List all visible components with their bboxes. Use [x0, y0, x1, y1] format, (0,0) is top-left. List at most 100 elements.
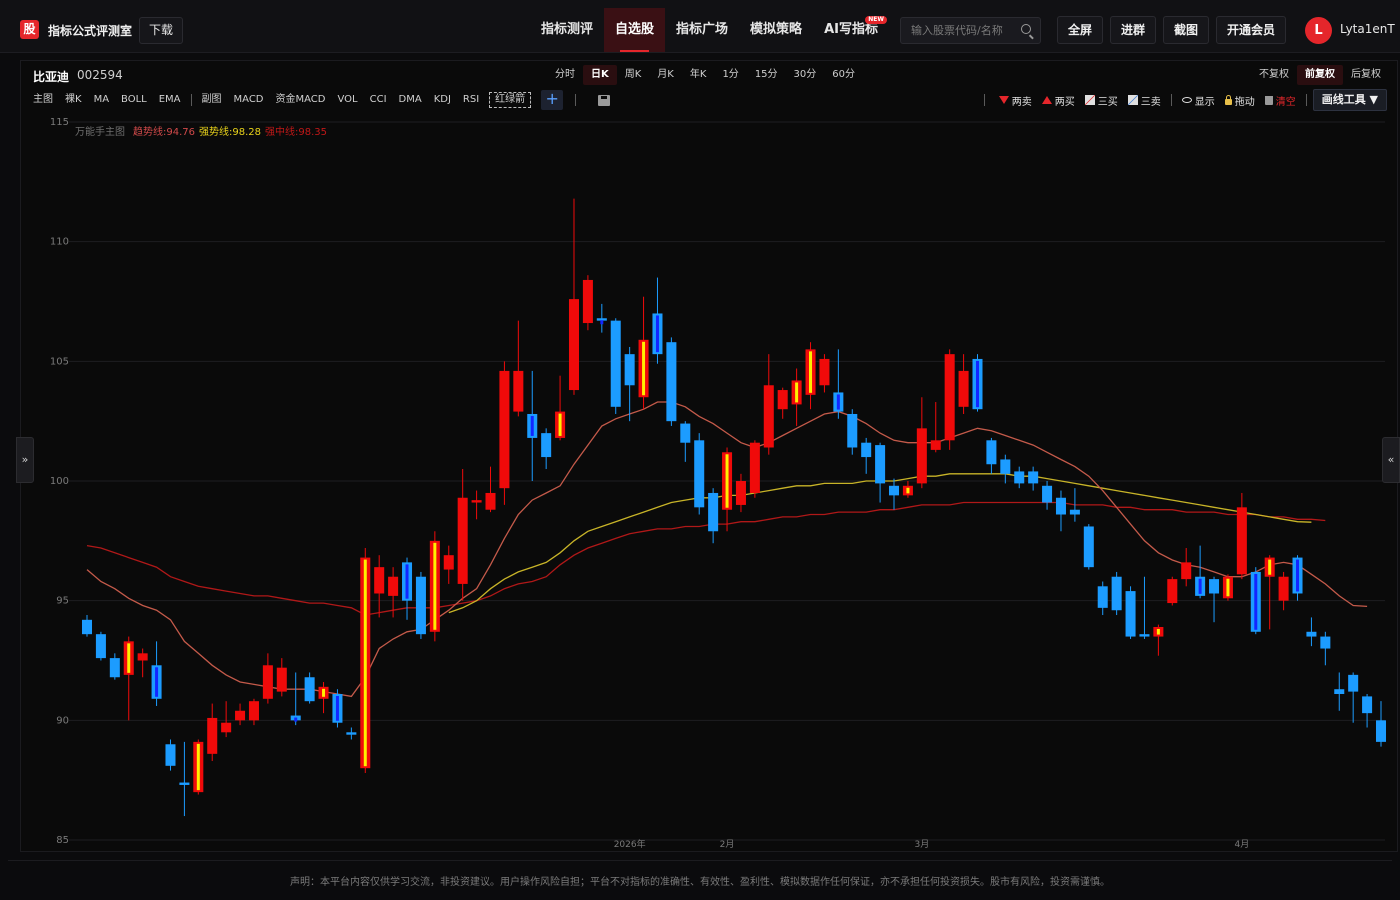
nav-item-simulated-strategy[interactable]: 模拟策略	[739, 8, 813, 52]
three-buy-tool[interactable]: 三买	[1084, 93, 1118, 108]
two-sell-tool[interactable]: 两卖	[998, 93, 1032, 108]
strong-mid-line	[86, 501, 1326, 616]
indicator-naked-k[interactable]: 裸K	[59, 90, 88, 110]
candle-body	[1139, 634, 1150, 637]
draw-tools-button[interactable]: 画线工具 ▼	[1312, 89, 1387, 111]
candle-body	[1348, 674, 1359, 692]
membership-button[interactable]: 开通会员	[1216, 16, 1286, 44]
candle-body	[1209, 579, 1220, 594]
indicator-bar: 主图 裸K MA BOLL EMA 副图 MACD 资金MACD VOL CCI…	[27, 90, 611, 110]
search-input[interactable]	[911, 22, 1021, 39]
arrow-up-icon	[1041, 96, 1052, 104]
signal-mark	[906, 487, 910, 494]
candlestick-chart[interactable]: 85 90 95 100 105 110 115 2026年 2月 3月 4月 万能手主图 趋势线:94…	[21, 113, 1397, 853]
candle-body	[819, 358, 830, 386]
nav-item-indicator-review[interactable]: 指标测评	[530, 8, 604, 52]
three-sell-tool[interactable]: 三卖	[1127, 93, 1161, 108]
indicator-sub-chart[interactable]: 副图	[196, 90, 228, 110]
candle-body	[541, 433, 552, 458]
indicator-macd[interactable]: MACD	[228, 90, 270, 110]
chart-panel: 比亚迪 002594 分时 日K 周K 月K 年K 1分 15分 30分 60分…	[20, 60, 1398, 852]
signal-mark	[975, 360, 979, 408]
stock-name: 比亚迪	[33, 70, 70, 84]
signal-mark	[1226, 578, 1230, 597]
period-30min[interactable]: 30分	[786, 65, 825, 85]
indicator-red-green-arrow[interactable]: 红绿箭	[489, 92, 532, 108]
search-icon[interactable]	[1021, 24, 1031, 34]
candle-body	[1042, 485, 1053, 503]
candle-body	[1125, 591, 1136, 637]
candle-body	[847, 413, 858, 448]
candle-body	[1000, 459, 1011, 474]
left-panel-toggle[interactable]: »	[16, 437, 34, 483]
period-intraday[interactable]: 分时	[547, 65, 583, 85]
candle-body	[958, 370, 969, 407]
period-monthly[interactable]: 月K	[649, 65, 682, 85]
app-brand[interactable]: 指标公式评测室	[48, 22, 132, 39]
legend-item: 强中线:98.35	[265, 125, 327, 138]
adjust-forward[interactable]: 前复权	[1297, 65, 1343, 85]
divider	[575, 94, 577, 106]
screenshot-button[interactable]: 截图	[1163, 16, 1209, 44]
candle-body	[1320, 636, 1331, 649]
candle-body	[1097, 586, 1108, 608]
indicator-boll[interactable]: BOLL	[115, 90, 153, 110]
username[interactable]: Lyta1enT	[1340, 22, 1395, 36]
disclaimer: 声明：本平台内容仅供学习交流，非投资建议。用户操作风险自担；平台不对指标的准确性…	[290, 877, 1110, 888]
tool-label: 清空	[1275, 96, 1296, 108]
tool-label: 两买	[1054, 96, 1075, 108]
arrow-down-icon	[998, 96, 1009, 104]
trend-line-icon	[1127, 95, 1138, 105]
indicator-fund-macd[interactable]: 资金MACD	[270, 90, 332, 110]
candle-body	[207, 717, 218, 754]
signal-mark	[155, 667, 159, 697]
y-tick-label: 100	[50, 476, 69, 487]
app-logo[interactable]: 股	[20, 20, 39, 39]
indicator-cci[interactable]: CCI	[364, 90, 393, 110]
nav-item-indicator-square[interactable]: 指标广场	[665, 8, 739, 52]
period-weekly[interactable]: 周K	[617, 65, 650, 85]
download-button[interactable]: 下载	[139, 17, 183, 44]
signal-mark	[1296, 559, 1300, 592]
fullscreen-button[interactable]: 全屏	[1057, 16, 1103, 44]
y-tick-label: 90	[56, 715, 69, 726]
indicator-ma[interactable]: MA	[88, 90, 115, 110]
indicator-rsi[interactable]: RSI	[457, 90, 485, 110]
drag-toggle[interactable]: 拖动	[1224, 93, 1255, 108]
avatar[interactable]: L	[1305, 17, 1332, 44]
join-group-button[interactable]: 进群	[1110, 16, 1156, 44]
period-60min[interactable]: 60分	[824, 65, 863, 85]
two-buy-tool[interactable]: 两买	[1041, 93, 1075, 108]
candle-body	[221, 722, 232, 733]
signal-mark	[795, 382, 799, 403]
candle-body	[875, 445, 886, 484]
indicator-kdj[interactable]: KDJ	[428, 90, 457, 110]
candle-body	[109, 658, 120, 678]
candle-body	[513, 370, 524, 412]
stock-search[interactable]	[900, 17, 1041, 44]
right-panel-toggle[interactable]: «	[1382, 437, 1400, 483]
draw-toolbar: 两卖 两买 三买 三卖 显示 拖动 清空 画线工具 ▼	[980, 89, 1387, 111]
add-indicator-button[interactable]: +	[541, 90, 564, 110]
candle-body	[986, 440, 997, 465]
candle-body	[457, 497, 468, 584]
nav-item-watchlist[interactable]: 自选股	[604, 8, 666, 52]
show-toggle[interactable]: 显示	[1181, 93, 1215, 108]
indicator-vol[interactable]: VOL	[332, 90, 364, 110]
indicator-dma[interactable]: DMA	[393, 90, 428, 110]
indicator-main-chart[interactable]: 主图	[27, 90, 59, 110]
clear-button[interactable]: 清空	[1264, 93, 1296, 108]
adjust-none[interactable]: 不复权	[1251, 65, 1297, 85]
save-icon[interactable]	[598, 94, 611, 106]
candle-body	[235, 710, 246, 721]
period-1min[interactable]: 1分	[714, 65, 746, 85]
period-yearly[interactable]: 年K	[682, 65, 715, 85]
period-15min[interactable]: 15分	[747, 65, 786, 85]
signal-mark	[600, 320, 604, 325]
candle-body	[1306, 631, 1317, 637]
adjust-backward[interactable]: 后复权	[1343, 65, 1389, 85]
signal-mark	[196, 743, 200, 791]
period-daily[interactable]: 日K	[583, 65, 617, 85]
nav-item-ai-indicator[interactable]: AI写指标 NEW	[813, 8, 889, 52]
indicator-ema[interactable]: EMA	[153, 90, 187, 110]
